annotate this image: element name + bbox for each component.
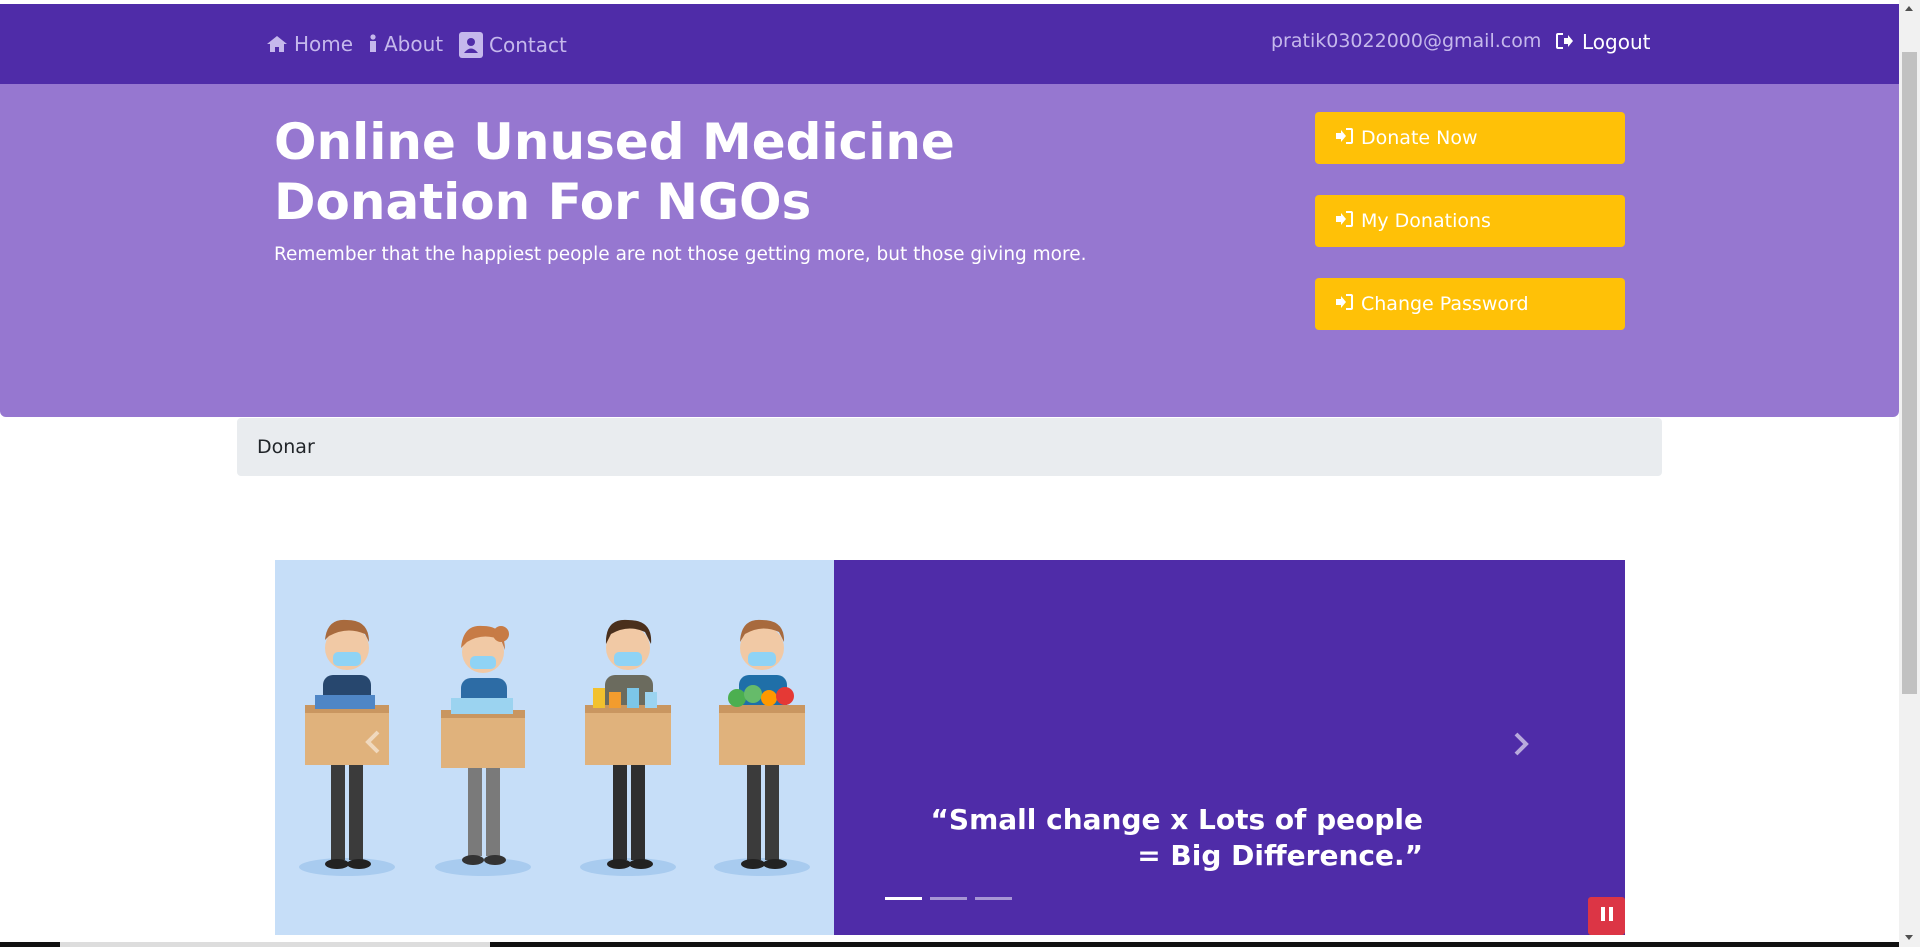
horizontal-scrollbar-thumb[interactable] — [60, 942, 490, 947]
donate-now-label: Donate Now — [1361, 127, 1478, 149]
nav-about-link[interactable]: About — [368, 32, 443, 56]
nav-about-label: About — [384, 32, 444, 56]
sign-in-icon — [1335, 293, 1353, 315]
volunteers-illustration — [275, 560, 834, 935]
carousel-indicator-3[interactable] — [975, 897, 1012, 900]
change-password-button[interactable]: Change Password — [1315, 278, 1625, 330]
carousel: “Small change x Lots of people = Big Dif… — [275, 560, 1625, 935]
breadcrumb: Donar — [237, 418, 1662, 476]
sign-in-icon — [1335, 127, 1353, 149]
my-donations-label: My Donations — [1361, 210, 1491, 232]
vertical-scrollbar[interactable] — [1899, 0, 1920, 947]
carousel-prev-button[interactable] — [365, 730, 381, 758]
breadcrumb-current: Donar — [257, 436, 315, 458]
carousel-indicator-2[interactable] — [930, 897, 967, 900]
logout-label: Logout — [1582, 30, 1651, 54]
scrollbar-thumb[interactable] — [1902, 52, 1917, 694]
nav-home-link[interactable]: Home — [266, 32, 353, 56]
hero-subtitle: Remember that the happiest people are no… — [274, 244, 1087, 265]
chevron-right-icon — [1513, 732, 1529, 760]
info-icon — [368, 34, 378, 54]
carousel-indicator-1[interactable] — [885, 897, 922, 900]
scroll-up-arrow-icon[interactable] — [1905, 6, 1913, 11]
carousel-next-button[interactable] — [1513, 732, 1529, 760]
hero-banner: Online Unused Medicine Donation For NGOs… — [0, 84, 1899, 417]
home-icon — [266, 35, 288, 53]
logout-button[interactable]: Logout — [1556, 30, 1650, 54]
carousel-indicators — [885, 897, 1012, 900]
carousel-quote: “Small change x Lots of people = Big Dif… — [930, 803, 1423, 872]
nav-contact-label: Contact — [489, 33, 567, 57]
change-password-label: Change Password — [1361, 293, 1529, 315]
page-title: Online Unused Medicine Donation For NGOs — [274, 113, 955, 231]
my-donations-button[interactable]: My Donations — [1315, 195, 1625, 247]
sign-in-icon — [1335, 210, 1353, 232]
carousel-pause-button[interactable] — [1588, 897, 1625, 935]
nav-home-label: Home — [294, 32, 354, 56]
page: Home About Contact pratik03022000@gmail.… — [0, 0, 1920, 947]
pause-icon — [1600, 906, 1614, 926]
donate-now-button[interactable]: Donate Now — [1315, 112, 1625, 164]
chevron-left-icon — [365, 730, 381, 758]
user-email: pratik03022000@gmail.com — [1271, 30, 1542, 52]
sign-out-icon — [1556, 30, 1574, 54]
contact-card-icon — [459, 32, 483, 58]
scroll-down-arrow-icon[interactable] — [1905, 935, 1913, 940]
navbar: Home About Contact pratik03022000@gmail.… — [0, 4, 1899, 84]
nav-contact-link[interactable]: Contact — [459, 32, 567, 58]
